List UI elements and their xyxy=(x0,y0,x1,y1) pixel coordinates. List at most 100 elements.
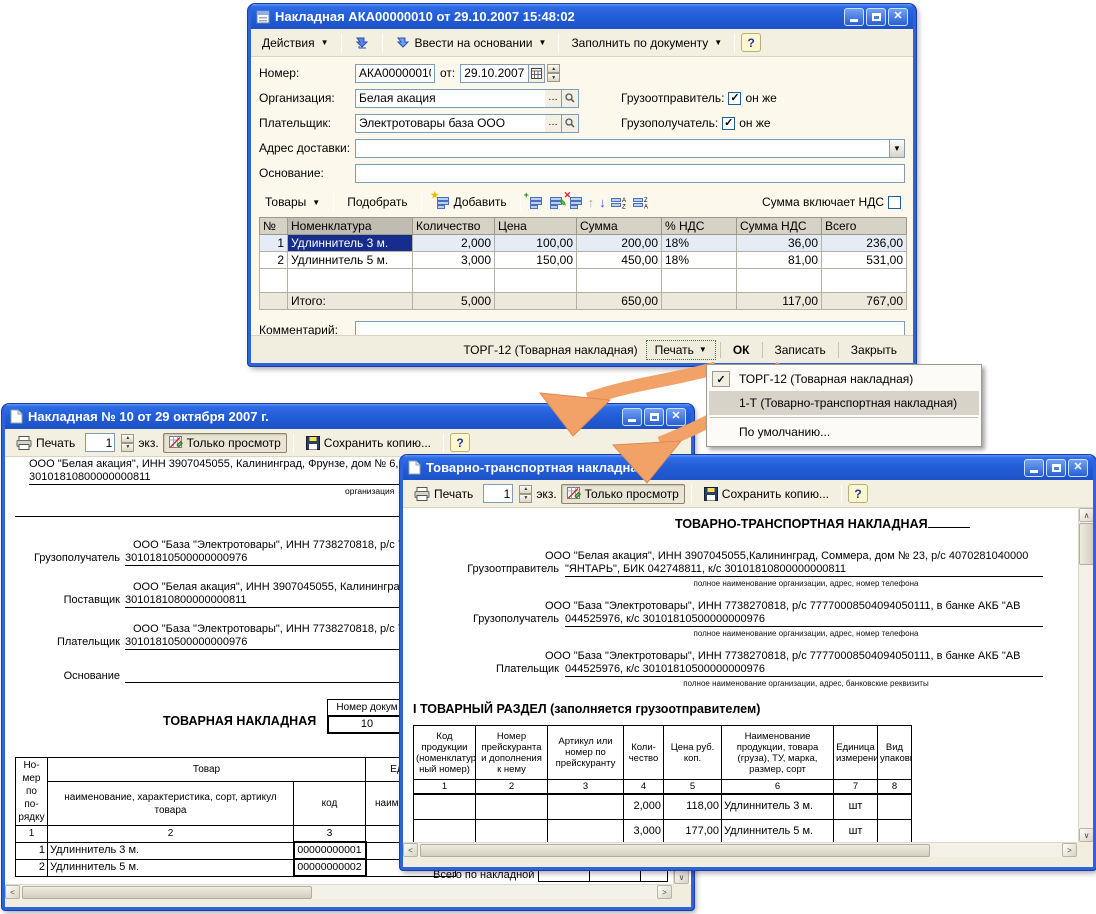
print-button[interactable]: Печать xyxy=(10,433,81,453)
print-button[interactable]: Печать xyxy=(408,484,479,504)
step-up-icon[interactable]: ▲ xyxy=(519,485,532,494)
edit-row-button[interactable]: ✎ xyxy=(548,196,563,209)
payer-select-button[interactable]: … xyxy=(545,114,562,133)
cell-vat-pct[interactable]: 18% xyxy=(662,235,737,252)
chevron-down-icon[interactable]: ▼ xyxy=(889,139,905,158)
vat-included-checkbox[interactable] xyxy=(888,196,901,209)
col-header[interactable]: № xyxy=(260,218,288,235)
maximize-button[interactable] xyxy=(644,408,664,426)
date-input[interactable] xyxy=(460,64,528,83)
pick-button[interactable]: Подобрать xyxy=(341,192,413,212)
insert-row-button[interactable]: + xyxy=(528,196,543,209)
menu-item-default[interactable]: По умолчанию... xyxy=(709,420,979,444)
scrollbar-thumb[interactable] xyxy=(1079,523,1093,565)
close-button[interactable]: ✕ xyxy=(888,8,908,26)
save-copy-button[interactable]: Сохранить копию... xyxy=(300,433,437,453)
view-only-toggle[interactable]: Только просмотр xyxy=(163,433,287,453)
col-header[interactable]: Номенклатура xyxy=(288,218,413,235)
cell-num[interactable]: 2 xyxy=(260,252,288,269)
maximize-button[interactable] xyxy=(866,8,886,26)
cell-vat-sum[interactable]: 81,00 xyxy=(737,252,822,269)
cell-sum[interactable]: 450,00 xyxy=(577,252,662,269)
copies-stepper[interactable]: ▲▼ xyxy=(519,485,532,503)
copies-input[interactable] xyxy=(85,433,115,452)
move-down-button[interactable]: ↓ xyxy=(599,195,606,210)
actions-menu-button[interactable]: Действия▼ xyxy=(256,33,335,53)
payer-input[interactable] xyxy=(355,114,545,133)
reread-button[interactable] xyxy=(348,33,376,53)
cell-price[interactable]: 100,00 xyxy=(495,235,577,252)
col-header[interactable]: Сумма НДС xyxy=(737,218,822,235)
fill-by-document-button[interactable]: Заполнить по документу▼ xyxy=(565,33,728,53)
scroll-right-icon[interactable]: > xyxy=(1062,843,1077,857)
ttn-titlebar[interactable]: Товарно-транспортная накладная ✕ xyxy=(403,455,1093,480)
scroll-left-icon[interactable]: < xyxy=(403,843,418,857)
table-row[interactable]: 2 Удлиннитель 5 м. 3,000 150,00 450,00 1… xyxy=(260,252,907,269)
cell-num[interactable]: 1 xyxy=(260,235,288,252)
cell-code[interactable]: 00000000001 xyxy=(294,842,366,859)
horizontal-scrollbar[interactable]: < > xyxy=(5,884,672,899)
number-input[interactable] xyxy=(355,64,435,83)
save-button[interactable]: Записать xyxy=(767,341,834,359)
move-up-button[interactable]: ↑ xyxy=(588,195,595,210)
print-button[interactable]: Печать▼ xyxy=(646,340,716,360)
cell-total[interactable]: 531,00 xyxy=(822,252,907,269)
step-up-icon[interactable]: ▲ xyxy=(121,434,134,443)
help-button[interactable]: ? xyxy=(848,484,868,503)
cell-code[interactable]: 00000000002 xyxy=(294,859,366,876)
help-button[interactable]: ? xyxy=(450,433,470,452)
copies-input[interactable] xyxy=(483,484,513,503)
cell-total[interactable]: 236,00 xyxy=(822,235,907,252)
col-header[interactable]: Количество xyxy=(413,218,495,235)
step-down-icon[interactable]: ▼ xyxy=(547,73,560,82)
organization-select-button[interactable]: … xyxy=(545,89,562,108)
cell-vat-pct[interactable]: 18% xyxy=(662,252,737,269)
delivery-address-combo[interactable]: ▼ xyxy=(355,139,905,158)
col-header[interactable]: Сумма xyxy=(577,218,662,235)
col-header[interactable]: Цена xyxy=(495,218,577,235)
close-button[interactable]: ✕ xyxy=(1068,459,1088,477)
close-button[interactable]: ✕ xyxy=(666,408,686,426)
torg12-titlebar[interactable]: Накладная № 10 от 29 октября 2007 г. ✕ xyxy=(5,404,691,429)
scroll-down-icon[interactable]: ∨ xyxy=(674,870,689,884)
cell-nomenclature[interactable]: Удлиннитель 5 м. xyxy=(288,252,413,269)
ok-button[interactable]: ОК xyxy=(725,341,758,359)
help-button[interactable]: ? xyxy=(741,33,761,52)
scroll-left-icon[interactable]: < xyxy=(5,885,20,899)
doc-number-value[interactable]: 10 xyxy=(327,715,407,734)
cell-price[interactable]: 150,00 xyxy=(495,252,577,269)
minimize-button[interactable] xyxy=(844,8,864,26)
goods-menu-button[interactable]: Товары▼ xyxy=(259,192,326,212)
table-row[interactable]: 1 Удлиннитель 3 м. 2,000 100,00 200,00 1… xyxy=(260,235,907,252)
cell-qty[interactable]: 2,000 xyxy=(413,235,495,252)
step-down-icon[interactable]: ▼ xyxy=(519,494,532,503)
horizontal-scrollbar[interactable]: < > xyxy=(403,842,1077,857)
cell-nomenclature-selected[interactable]: Удлиннитель 3 м. xyxy=(288,235,413,252)
menu-item-torg12[interactable]: ✓ ТОРГ-12 (Товарная накладная) xyxy=(709,367,979,391)
save-copy-button[interactable]: Сохранить копию... xyxy=(698,484,835,504)
view-only-toggle[interactable]: Только просмотр xyxy=(561,484,685,504)
sort-desc-button[interactable]: ZA xyxy=(633,196,650,209)
close-button[interactable]: Закрыть xyxy=(843,341,905,359)
scroll-right-icon[interactable]: > xyxy=(657,885,672,899)
delivery-address-input[interactable] xyxy=(355,139,889,158)
consignee-checkbox[interactable]: ✓ xyxy=(722,117,735,130)
col-header[interactable]: % НДС xyxy=(662,218,737,235)
step-down-icon[interactable]: ▼ xyxy=(121,443,134,452)
minimize-button[interactable] xyxy=(1024,459,1044,477)
scrollbar-thumb[interactable] xyxy=(420,844,930,857)
cell-qty[interactable]: 3,000 xyxy=(413,252,495,269)
sort-asc-button[interactable]: AZ xyxy=(611,196,628,209)
calendar-button[interactable] xyxy=(528,64,545,83)
invoice-titlebar[interactable]: Накладная АКА00000010 от 29.10.2007 15:4… xyxy=(251,4,913,29)
cell-vat-sum[interactable]: 36,00 xyxy=(737,235,822,252)
organization-open-button[interactable] xyxy=(562,89,579,108)
copies-stepper[interactable]: ▲▼ xyxy=(121,434,134,452)
delete-row-button[interactable]: ✕ xyxy=(568,196,583,209)
payer-open-button[interactable] xyxy=(562,114,579,133)
organization-input[interactable] xyxy=(355,89,545,108)
minimize-button[interactable] xyxy=(622,408,642,426)
scroll-up-icon[interactable]: ∧ xyxy=(1079,508,1093,522)
enter-on-basis-button[interactable]: Ввести на основании▼ xyxy=(389,33,553,53)
basis-input[interactable] xyxy=(355,164,905,183)
